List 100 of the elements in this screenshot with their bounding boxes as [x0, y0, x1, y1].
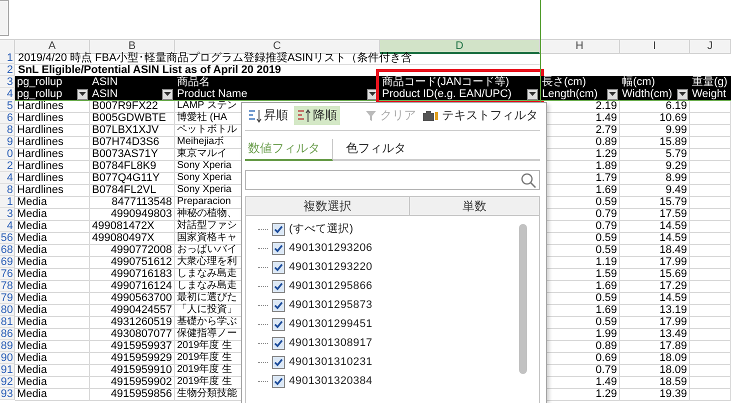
- table-cell: 17.59: [620, 208, 690, 221]
- table-cell: 4990424557: [90, 304, 175, 317]
- table-cell: [690, 268, 731, 281]
- table-cell: 15.89: [620, 136, 690, 149]
- row-number: 3: [0, 208, 15, 220]
- table-cell: Media: [15, 220, 90, 233]
- table-cell: 14.59: [620, 292, 690, 305]
- table-cell: 8.99: [620, 172, 690, 185]
- table-cell: [690, 304, 731, 317]
- checkbox[interactable]: [272, 318, 285, 331]
- row-number: 89: [0, 340, 15, 352]
- checkbox[interactable]: [272, 375, 285, 388]
- table-cell: [690, 316, 731, 329]
- table-cell: Hardlines: [15, 184, 90, 197]
- row-number: 4: [0, 220, 15, 232]
- table-cell: Hardlines: [15, 172, 90, 185]
- table-cell: 4930807077: [90, 328, 175, 341]
- table-cell: [690, 172, 731, 185]
- filter-dropdown-button[interactable]: [677, 88, 688, 100]
- filter-dropdown-button[interactable]: [162, 88, 173, 100]
- table-cell: Media: [15, 268, 90, 281]
- table-cell: Media: [15, 292, 90, 305]
- table-cell: B0784FL2VL: [90, 184, 175, 197]
- table-cell: B07H74D3S6: [90, 136, 175, 149]
- column-header[interactable]: I: [620, 40, 690, 54]
- table-cell: Media: [15, 196, 90, 209]
- table-cell: [690, 232, 731, 245]
- row-number: 92: [0, 376, 15, 388]
- scrollbar-thumb[interactable]: [519, 224, 527, 374]
- text-filter-button[interactable]: テキストフィルタ: [421, 106, 540, 125]
- table-cell: 4915959929: [90, 352, 175, 365]
- row-number: 2: [0, 64, 15, 76]
- caret-icon: [164, 92, 171, 96]
- row-number: 2: [0, 160, 15, 172]
- header-label: Length(cm): [542, 88, 598, 100]
- search-field[interactable]: [245, 170, 540, 190]
- table-cell: 14.59: [620, 220, 690, 233]
- row-number: 1: [0, 196, 15, 208]
- row-number: 8: [0, 124, 15, 136]
- table-cell: 17.99: [620, 256, 690, 269]
- row-number: 6: [0, 112, 15, 124]
- header-label: pg_rollup: [17, 88, 62, 100]
- checkbox[interactable]: [272, 299, 285, 312]
- checkbox[interactable]: [272, 356, 285, 369]
- table-cell: 4990563700: [90, 292, 175, 305]
- table-cell: 6.19: [620, 100, 690, 113]
- table-cell: 18.09: [620, 352, 690, 365]
- checkbox[interactable]: [272, 337, 285, 350]
- row-number: 90: [0, 352, 15, 364]
- checkbox[interactable]: [272, 223, 285, 236]
- table-cell: Hardlines: [15, 112, 90, 125]
- table-cell: 8477113548: [90, 196, 175, 209]
- table-cell: Media: [15, 304, 90, 317]
- checkbox[interactable]: [272, 261, 285, 274]
- table-cell: [690, 220, 731, 233]
- table-cell: 4990751612: [90, 256, 175, 269]
- filter-dropdown-button[interactable]: [77, 88, 88, 100]
- table-cell: Hardlines: [15, 160, 90, 173]
- sort-button[interactable]: 降順: [294, 106, 340, 125]
- table-cell: B0784FL8K9: [90, 160, 175, 173]
- row-number: 69: [0, 256, 15, 268]
- table-cell: [690, 184, 731, 197]
- checkbox-label[interactable]: 4901301320384: [289, 375, 372, 388]
- checkbox-label[interactable]: 4901301295866: [289, 280, 372, 293]
- header-label: 重量(g): [692, 76, 728, 88]
- row-number: 79: [0, 292, 15, 304]
- header-label: 長さ(cm): [542, 76, 587, 88]
- table-cell: 5.79: [620, 148, 690, 161]
- row-number: 4: [0, 172, 15, 184]
- table-cell: 13.49: [620, 328, 690, 341]
- row-number: 81: [0, 316, 15, 328]
- row-number: 9: [0, 136, 15, 148]
- checkbox[interactable]: [272, 280, 285, 293]
- checkbox[interactable]: [272, 242, 285, 255]
- header-label: 商品コード(JANコード等): [382, 76, 510, 88]
- table-cell: [690, 100, 731, 113]
- table-cell: 9.99: [620, 124, 690, 137]
- table-cell: [690, 124, 731, 137]
- row-number: 8: [0, 184, 15, 196]
- header-label: 商品名: [177, 76, 211, 88]
- filter-dropdown-button[interactable]: [527, 88, 538, 100]
- column-header[interactable]: H: [540, 40, 620, 54]
- table-cell: 499080497X: [90, 232, 175, 245]
- checkbox-label[interactable]: 4901301293206: [289, 242, 372, 255]
- header-label: Weight: [692, 88, 726, 100]
- filter-dropdown-button[interactable]: [607, 88, 618, 100]
- table-cell: [690, 208, 731, 221]
- table-cell: 4931260519: [90, 316, 175, 329]
- checkbox-label[interactable]: 4901301299451: [289, 318, 372, 331]
- header-label: ASIN: [92, 76, 119, 88]
- row-number: 68: [0, 244, 15, 256]
- table-cell: 9.29: [620, 160, 690, 173]
- table-cell: B077Q4G11Y: [90, 172, 175, 185]
- caret-icon: [609, 92, 616, 96]
- table-cell: 4915959910: [90, 364, 175, 377]
- table-cell: [690, 340, 731, 353]
- table-cell: 13.19: [620, 304, 690, 317]
- table-cell: [690, 280, 731, 293]
- list-header-tab[interactable]: 単数: [409, 197, 539, 215]
- column-header[interactable]: J: [690, 40, 731, 54]
